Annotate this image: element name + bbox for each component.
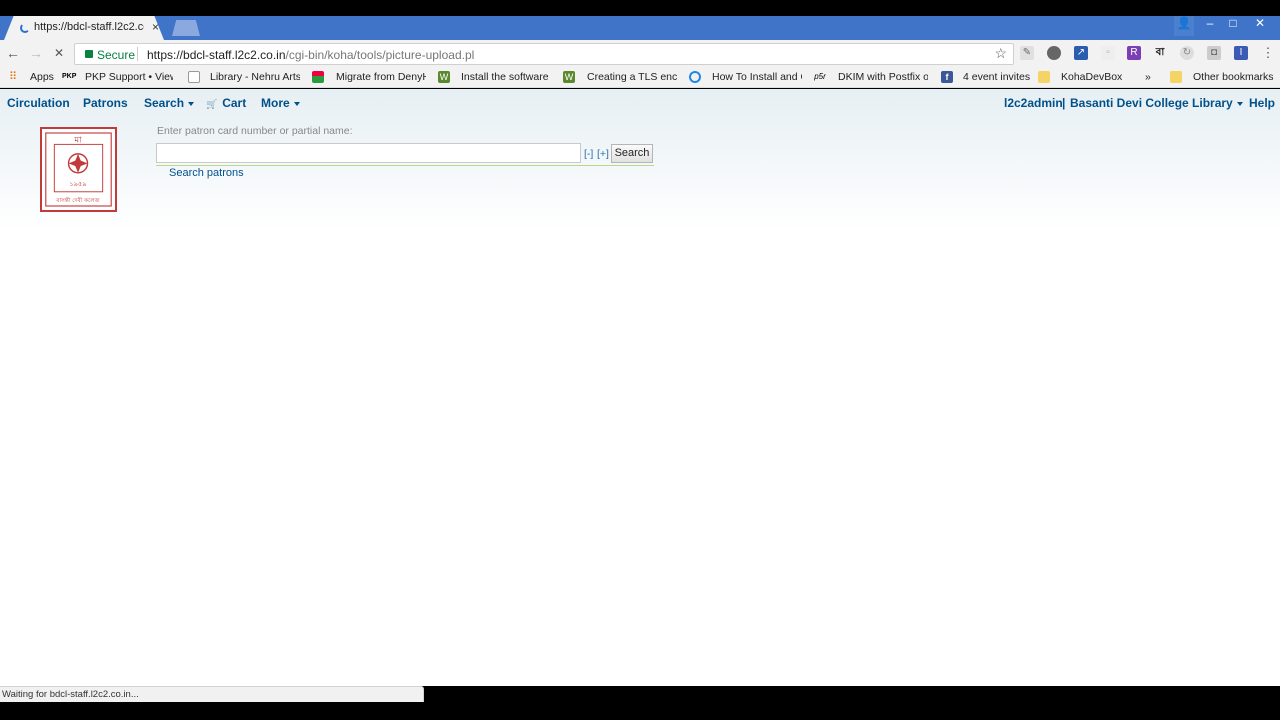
bookmark-creating-tls[interactable]: Creating a TLS encry [587, 71, 677, 83]
library-logo[interactable]: মা ১৯৫৯ বাসন্তী দেবী কলেজ [40, 127, 117, 212]
document-extension-icon[interactable]: ▫ [1101, 46, 1115, 60]
browser-toolbar: ← → ✕ Secure https://bdcl-staff.l2c2.co.… [0, 40, 1280, 68]
maximize-button[interactable]: □ [1223, 16, 1243, 36]
search-underline [156, 165, 654, 166]
bookmarks-bar: ⠿ Apps PKP PKP Support • View Library - … [0, 68, 1280, 88]
bookmark-how-to-install[interactable]: How To Install and C [712, 71, 802, 83]
url-path: /cgi-bin/koha/tools/picture-upload.pl [285, 48, 475, 62]
bookmark-event-invites[interactable]: 4 event invites [963, 71, 1030, 83]
close-window-button[interactable]: ✕ [1250, 16, 1270, 36]
tab-active[interactable]: https://bdcl-staff.l2c2.co... × [4, 16, 164, 40]
nav-circulation[interactable]: Circulation [7, 96, 70, 110]
info-extension-icon[interactable]: I [1234, 46, 1248, 60]
apps-icon: ⠿ [8, 71, 18, 83]
tab-close-icon[interactable]: × [152, 20, 159, 34]
arrow-extension-icon[interactable]: ↗ [1074, 46, 1088, 60]
profile-icon[interactable]: 👤 [1174, 16, 1194, 36]
patron-search-input[interactable] [156, 143, 581, 163]
bookmark-star-icon[interactable]: ☆ [994, 45, 1007, 62]
refresh-extension-icon[interactable]: ↻ [1180, 46, 1194, 60]
nav-library-menu[interactable]: Basanti Devi College Library [1070, 96, 1243, 110]
bookmark-kohadevbox[interactable]: KohaDevBox [1061, 71, 1122, 83]
menu-icon[interactable]: ⋮ [1261, 46, 1275, 60]
camera-icon[interactable]: ◘ [1207, 46, 1221, 60]
patron-search-label: Enter patron card number or partial name… [157, 125, 353, 137]
back-button[interactable]: ← [5, 45, 21, 61]
url-host: https://bdcl-staff.l2c2.co.in [147, 48, 286, 62]
pkp-icon: PKP [62, 73, 77, 80]
bookmark-pkp-support[interactable]: PKP Support • View [85, 71, 173, 83]
search-patrons-link[interactable]: Search patrons [169, 167, 244, 179]
nav-search-label: Search [144, 96, 185, 110]
url-divider [137, 47, 138, 61]
nav-more-menu[interactable]: More [261, 96, 300, 110]
new-tab-button[interactable] [172, 20, 200, 36]
nav-help[interactable]: Help [1249, 96, 1275, 110]
chevron-down-icon [188, 101, 195, 106]
patron-search-button[interactable]: Search [611, 144, 653, 163]
nav-cart[interactable]: 🛒 Cart [206, 96, 246, 110]
forward-button[interactable]: → [28, 45, 44, 61]
bookmark-install-software[interactable]: Install the software p [461, 71, 551, 83]
circle-extension-icon[interactable] [1047, 46, 1061, 60]
bookmark-migrate-denyhosts[interactable]: Migrate from DenyH [336, 71, 426, 83]
eyedropper-icon[interactable]: ✎ [1020, 46, 1034, 60]
folder-icon [1170, 71, 1182, 83]
lock-icon [85, 50, 93, 58]
stop-loading-button[interactable]: ✕ [51, 45, 67, 61]
minimize-button[interactable]: – [1200, 16, 1220, 36]
svg-text:১৯৫৯: ১৯৫৯ [69, 180, 87, 188]
nav-patrons[interactable]: Patrons [83, 96, 128, 110]
w-icon: W [563, 71, 575, 83]
digitalocean-icon [689, 71, 701, 83]
nav-user[interactable]: l2c2admin [1004, 96, 1063, 110]
r-extension-icon[interactable]: R [1127, 46, 1141, 60]
bookmark-other[interactable]: Other bookmarks [1193, 71, 1274, 83]
expand-toggle[interactable]: [+] [597, 148, 609, 160]
chevron-down-icon [1236, 101, 1243, 106]
cart-icon: 🛒 [206, 99, 218, 109]
bookmark-apps[interactable]: Apps [30, 71, 54, 83]
svg-text:মা: মা [73, 135, 82, 145]
w-icon: W [438, 71, 450, 83]
bookmark-library-nehru[interactable]: Library - Nehru Arts [210, 71, 300, 83]
nav-library-label: Basanti Devi College Library [1070, 96, 1233, 110]
svg-text:বাসন্তী দেবী কলেজ: বাসন্তী দেবী কলেজ [55, 196, 100, 204]
secure-label: Secure [97, 48, 136, 62]
flag-icon [312, 71, 324, 83]
screen: https://bdcl-staff.l2c2.co... × 👤 – □ ✕ … [0, 0, 1280, 720]
collapse-toggle[interactable]: [-] [584, 148, 593, 160]
page-content: Circulation Patrons Search 🛒 Cart More l2… [0, 89, 1280, 686]
folder-icon [1038, 71, 1050, 83]
college-seal-icon: মা ১৯৫৯ বাসন্তী দেবী কলেজ [45, 132, 112, 207]
address-bar[interactable]: Secure https://bdcl-staff.l2c2.co.in/cgi… [74, 43, 1014, 65]
facebook-icon: f [941, 71, 953, 83]
page-icon [188, 71, 200, 83]
bookmarks-overflow-button[interactable]: » [1145, 71, 1151, 83]
tab-title: https://bdcl-staff.l2c2.co... [34, 21, 144, 33]
p5r-icon: p5r [814, 72, 826, 81]
status-bar: Waiting for bdcl-staff.l2c2.co.in... [0, 686, 424, 702]
koha-navbar: Circulation Patrons Search 🛒 Cart More l2… [0, 93, 1280, 115]
nav-search-menu[interactable]: Search [144, 96, 195, 110]
bangla-extension-icon[interactable]: বা [1153, 46, 1167, 60]
tab-strip: https://bdcl-staff.l2c2.co... × 👤 – □ ✕ [0, 16, 1280, 40]
nav-separator: | [1062, 96, 1066, 110]
bookmark-dkim-postfix[interactable]: DKIM with Postfix o [838, 71, 928, 83]
url-text[interactable]: https://bdcl-staff.l2c2.co.in/cgi-bin/ko… [147, 48, 474, 62]
loading-spinner-icon [20, 23, 30, 33]
nav-more-label: More [261, 96, 290, 110]
chevron-down-icon [293, 101, 300, 106]
nav-cart-label: Cart [222, 96, 247, 110]
